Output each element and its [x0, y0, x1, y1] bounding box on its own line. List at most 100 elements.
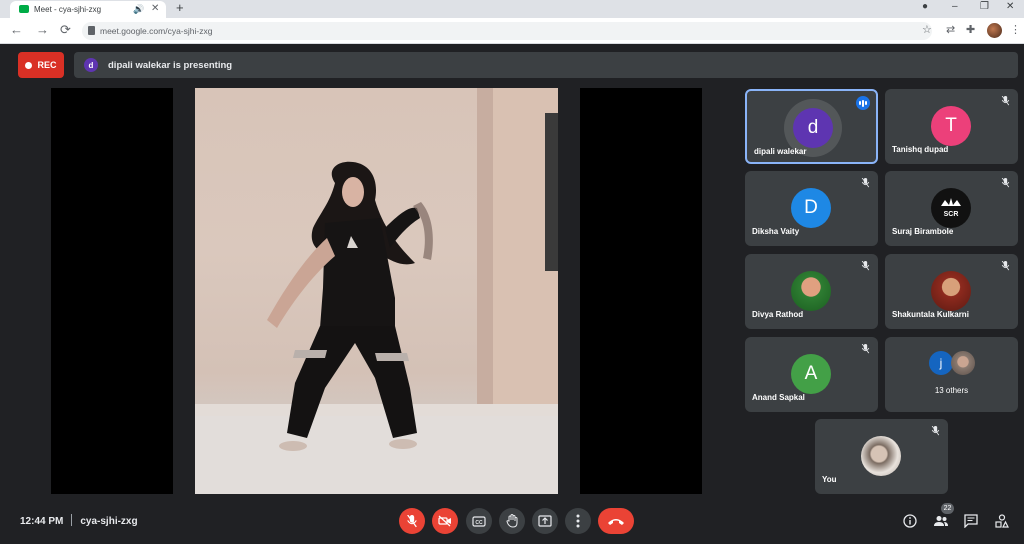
present-now-button[interactable]	[532, 508, 558, 534]
people-count-badge: 22	[941, 503, 954, 514]
participant-name: Suraj Birambole	[892, 227, 954, 236]
mic-off-icon	[861, 261, 870, 271]
browser-menu-icon[interactable]: ⋮	[1010, 23, 1021, 36]
show-everyone-button[interactable]	[931, 511, 951, 531]
extension-icon[interactable]: ⇄	[946, 23, 955, 36]
participant-avatar: A	[791, 354, 831, 394]
people-icon	[934, 516, 948, 526]
info-icon	[903, 514, 917, 528]
raise-hand-button[interactable]	[499, 508, 525, 534]
activities-shapes-icon	[995, 514, 1009, 528]
letterbox-right	[580, 88, 702, 494]
mic-off-icon	[1001, 96, 1010, 106]
others-avatar-2	[951, 351, 975, 375]
captions-button[interactable]: CC	[466, 508, 492, 534]
meeting-details-button[interactable]	[900, 511, 920, 531]
browser-tab-strip: Meet - cya-sjhi-zxg 🔊 ✕ + ● – ❐ ✕	[0, 0, 1024, 18]
more-vert-icon	[576, 514, 580, 528]
mic-off-icon	[407, 514, 417, 527]
camera-off-icon	[438, 515, 451, 527]
participant-tile-tanishq-dupad[interactable]: T Tanishq dupad	[885, 89, 1018, 164]
mic-off-icon	[861, 344, 870, 354]
present-screen-icon	[538, 515, 552, 527]
presenting-text: dipali walekar is presenting	[108, 59, 233, 71]
participant-tile-shakuntala-kulkarni[interactable]: Shakuntala Kulkarni	[885, 254, 1018, 329]
url-text: meet.google.com/cya-sjhi-zxg	[100, 26, 213, 36]
presentation-stage	[51, 88, 702, 494]
self-avatar-image	[861, 436, 901, 476]
speaking-indicator-icon	[856, 96, 870, 110]
meeting-details: 12:44 PM cya-sjhi-zxg	[20, 514, 138, 527]
hand-icon	[506, 514, 518, 528]
svg-text:SCR: SCR	[944, 211, 959, 218]
browser-profile-avatar[interactable]	[987, 23, 1002, 38]
mic-off-icon	[931, 426, 940, 436]
participant-name: Shakuntala Kulkarni	[892, 310, 969, 319]
address-bar-row: ← → ⟳ meet.google.com/cya-sjhi-zxg ☆ ⇄ ✚…	[0, 18, 1024, 44]
participant-avatar-image	[931, 271, 971, 311]
back-icon[interactable]: ←	[10, 22, 23, 37]
mic-off-icon	[861, 178, 870, 188]
bottom-control-bar: 12:44 PM cya-sjhi-zxg CC	[0, 500, 1024, 544]
chat-button[interactable]	[961, 511, 981, 531]
participant-avatar-image	[791, 271, 831, 311]
participant-name: dipali walekar	[754, 147, 807, 156]
bookmark-star-icon[interactable]: ☆	[922, 23, 932, 36]
restore-icon[interactable]: ❐	[980, 1, 989, 12]
new-tab-icon[interactable]: +	[176, 0, 184, 15]
hang-up-icon	[608, 518, 624, 525]
meeting-code: cya-sjhi-zxg	[80, 516, 138, 527]
participant-tile-suraj-birambole[interactable]: SCR Suraj Birambole	[885, 171, 1018, 246]
record-dot-icon	[25, 61, 33, 69]
tab-title: Meet - cya-sjhi-zxg	[34, 5, 102, 14]
profile-menu-icon[interactable]: ●	[922, 1, 928, 12]
participant-avatar: D	[791, 188, 831, 228]
close-tab-icon[interactable]: ✕	[151, 3, 159, 14]
toggle-mic-button[interactable]	[399, 508, 425, 534]
closed-captions-icon: CC	[472, 515, 486, 527]
extensions-puzzle-icon[interactable]: ✚	[966, 23, 975, 36]
participant-tile-you[interactable]: You	[815, 419, 948, 494]
url-field[interactable]: meet.google.com/cya-sjhi-zxg	[82, 22, 932, 40]
meeting-top-bar: REC d dipali walekar is presenting	[18, 52, 1018, 78]
leave-call-button[interactable]	[598, 508, 634, 534]
participant-name: Diksha Vaity	[752, 227, 800, 236]
toggle-camera-button[interactable]	[432, 508, 458, 534]
recording-indicator[interactable]: REC	[18, 52, 64, 78]
speaker-icon[interactable]: 🔊	[133, 4, 144, 15]
crown-logo-icon: SCR	[941, 198, 961, 218]
presenting-banner: d dipali walekar is presenting	[74, 52, 1018, 78]
forward-icon[interactable]: →	[36, 22, 49, 37]
participant-name: Anand Sapkal	[752, 393, 805, 402]
participant-name: Divya Rathod	[752, 310, 804, 319]
participant-avatar: d	[793, 108, 833, 148]
meet-favicon-icon	[19, 5, 29, 13]
mic-off-icon	[1001, 178, 1010, 188]
participant-tile-anand-sapkal[interactable]: A Anand Sapkal	[745, 337, 878, 412]
letterbox-left	[51, 88, 173, 494]
window-close-icon[interactable]: ✕	[1006, 1, 1014, 12]
rec-label: REC	[37, 60, 57, 70]
chat-icon	[964, 514, 978, 528]
presented-video[interactable]	[195, 88, 558, 494]
activities-button[interactable]	[992, 511, 1012, 531]
mic-off-icon	[1001, 261, 1010, 271]
more-options-button[interactable]	[565, 508, 591, 534]
dancer-figure	[267, 161, 433, 451]
participant-name: You	[822, 475, 837, 484]
participant-tile-others[interactable]: j 13 others	[885, 337, 1018, 412]
participant-avatar: T	[931, 106, 971, 146]
svg-text:CC: CC	[475, 520, 483, 526]
meeting-time: 12:44 PM	[20, 516, 64, 527]
participant-tile-diksha-vaity[interactable]: D Diksha Vaity	[745, 171, 878, 246]
others-count-label: 13 others	[934, 386, 969, 395]
reload-icon[interactable]: ⟳	[60, 22, 71, 38]
minimize-icon[interactable]: –	[952, 1, 958, 12]
participant-tile-dipali-walekar[interactable]: d dipali walekar	[745, 89, 878, 164]
separator	[71, 514, 73, 526]
participant-avatar-image: SCR	[931, 188, 971, 228]
browser-tab[interactable]: Meet - cya-sjhi-zxg 🔊 ✕	[10, 1, 166, 18]
participant-tile-divya-rathod[interactable]: Divya Rathod	[745, 254, 878, 329]
others-avatar-1: j	[929, 351, 953, 375]
participant-name: Tanishq dupad	[892, 145, 949, 154]
